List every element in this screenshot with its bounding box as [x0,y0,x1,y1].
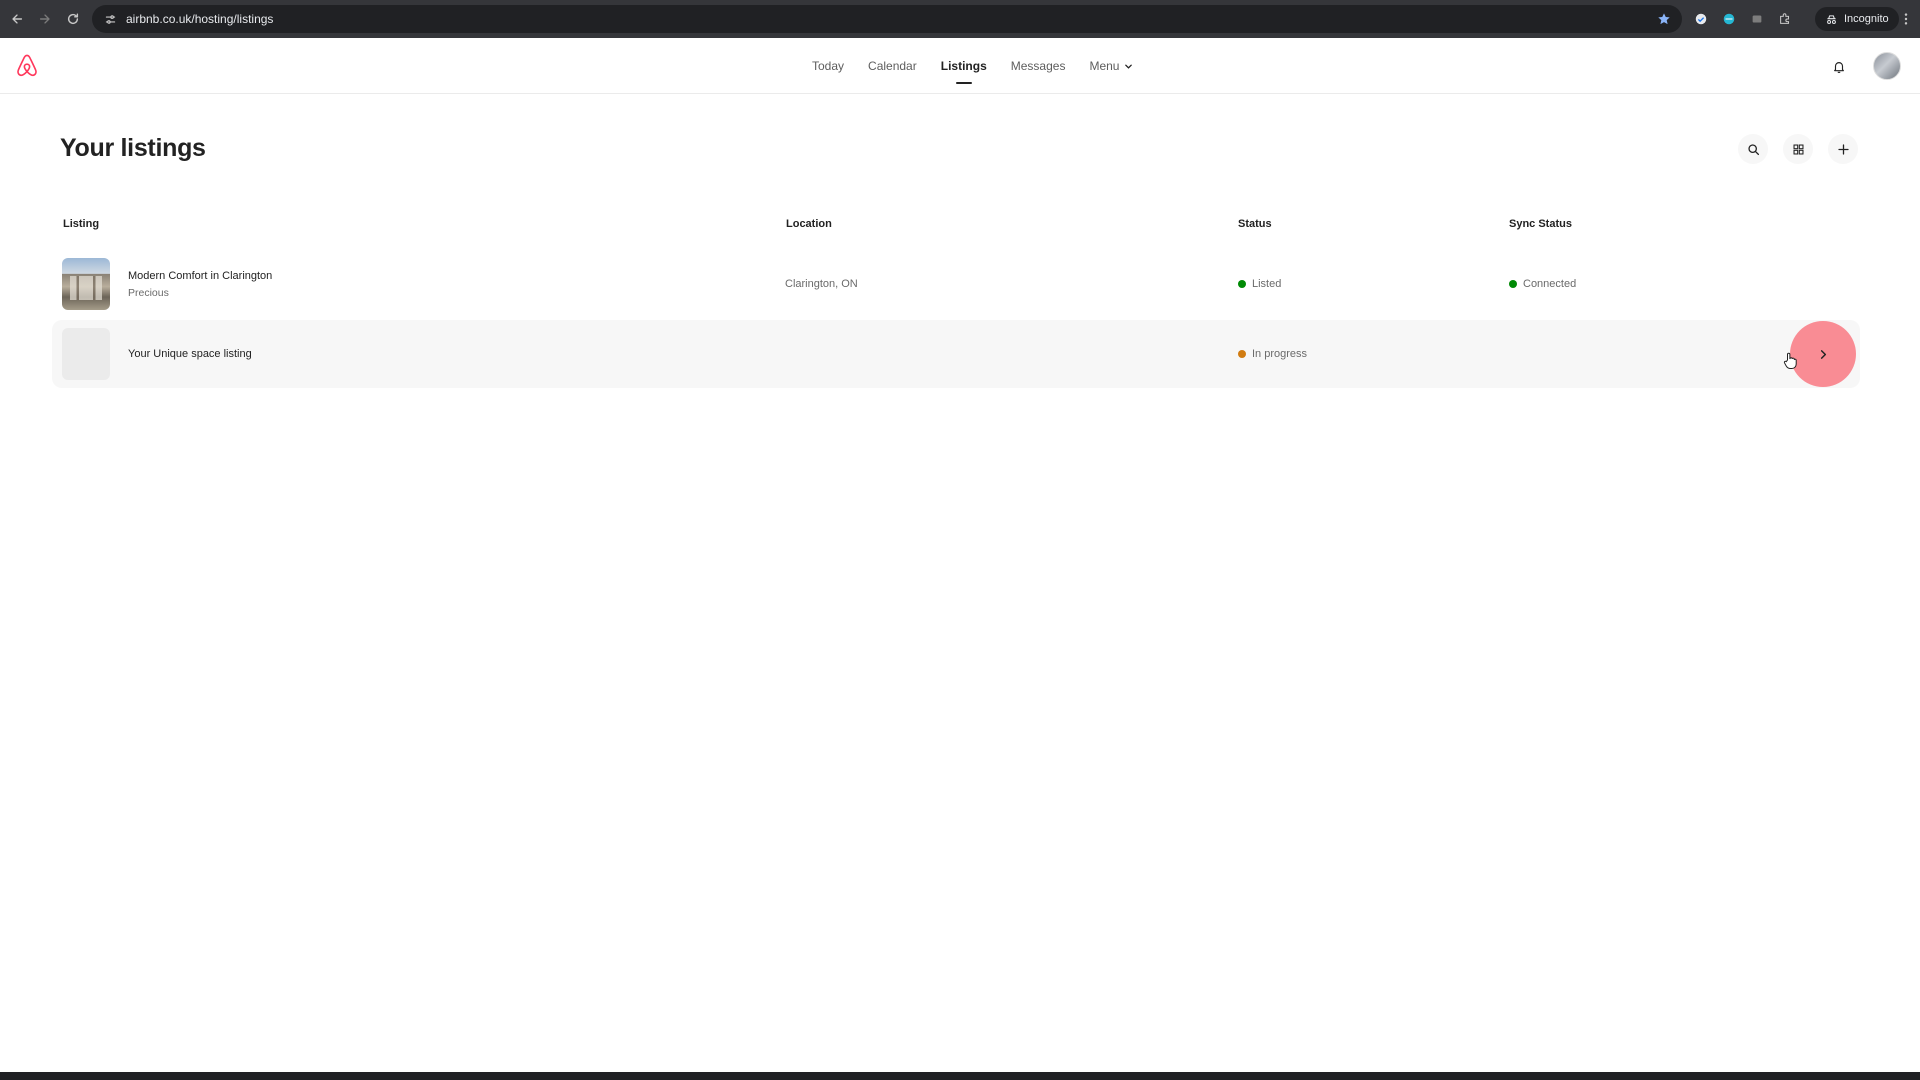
listing-status: Listed [1238,278,1281,290]
nav-today-label: Today [812,59,845,73]
search-icon [1747,143,1759,155]
status-dot-icon [1238,280,1246,288]
incognito-badge[interactable]: Incognito [1815,7,1899,31]
listing-title: Modern Comfort in Clarington [128,270,273,282]
column-sync-status[interactable]: Sync Status [1509,218,1572,230]
listing-location: Clarington, ON [785,278,858,290]
listing-subtitle: Precious [128,287,169,299]
nav-messages[interactable]: Messages [999,38,1078,94]
nav-messages-label: Messages [1010,59,1066,73]
address-bar[interactable]: airbnb.co.uk/hosting/listings [92,5,1682,33]
nav-calendar-label: Calendar [868,59,917,73]
status-dot-icon [1238,350,1246,358]
nav-listings[interactable]: Listings [929,38,999,94]
user-avatar[interactable] [1873,52,1901,80]
reload-icon[interactable] [60,6,86,32]
add-listing-button[interactable] [1828,134,1858,164]
extensions-puzzle-icon[interactable] [1774,8,1796,30]
top-navigation: Today Calendar Listings Messages Menu [800,38,1145,94]
nav-listings-label: Listings [940,59,987,73]
airbnb-logo-icon[interactable] [14,53,40,79]
nav-today[interactable]: Today [800,38,856,94]
browser-menu-icon[interactable] [1896,8,1916,30]
grid-view-button[interactable] [1783,134,1813,164]
listing-status: In progress [1238,348,1307,360]
browser-toolbar: airbnb.co.uk/hosting/listings Incognito [0,0,1920,38]
hand-cursor-icon [1783,352,1797,369]
incognito-label: Incognito [1844,13,1889,25]
listing-status-label: In progress [1252,348,1308,360]
table-header: Listing Location Status Sync Status [0,214,1920,234]
column-location[interactable]: Location [786,218,832,230]
listing-photo [62,258,110,310]
search-button[interactable] [1738,134,1768,164]
column-listing[interactable]: Listing [63,218,99,230]
nav-menu[interactable]: Menu [1077,38,1145,94]
app-header: Today Calendar Listings Messages Menu [0,38,1920,94]
forward-icon[interactable] [32,6,58,32]
listing-sync-status-label: Connected [1523,278,1577,290]
listing-sync-status: Connected [1509,278,1576,290]
extension-shield-icon[interactable] [1690,8,1712,30]
listing-status-label: Listed [1252,278,1282,290]
open-listing-button[interactable] [1790,321,1856,387]
sync-status-dot-icon [1509,280,1517,288]
nav-calendar[interactable]: Calendar [856,38,929,94]
extensions-area [1690,6,1796,32]
notifications-bell-icon[interactable] [1824,52,1854,82]
url-text[interactable]: airbnb.co.uk/hosting/listings [126,12,273,26]
grid-icon [1793,144,1803,154]
back-icon[interactable] [4,6,30,32]
listing-title: Your Unique space listing [128,348,252,360]
table-row[interactable]: Your Unique space listing In progress [52,320,1860,388]
extension-tag-icon[interactable] [1746,8,1768,30]
taskbar-strip [0,1072,1920,1080]
nav-menu-label: Menu [1089,59,1120,73]
chevron-right-icon [1820,349,1826,359]
incognito-icon [1827,14,1836,24]
extension-globe-icon[interactable] [1718,8,1740,30]
column-status[interactable]: Status [1238,218,1272,230]
plus-icon [1837,143,1849,155]
page-title: Your listings [60,134,206,162]
site-info-icon[interactable] [98,7,122,31]
table-row[interactable]: Modern Comfort in Clarington Precious Cl… [52,250,1860,318]
bookmark-star-icon[interactable] [1654,9,1674,29]
chevron-down-icon [1125,64,1133,69]
listing-photo-placeholder [62,328,110,380]
